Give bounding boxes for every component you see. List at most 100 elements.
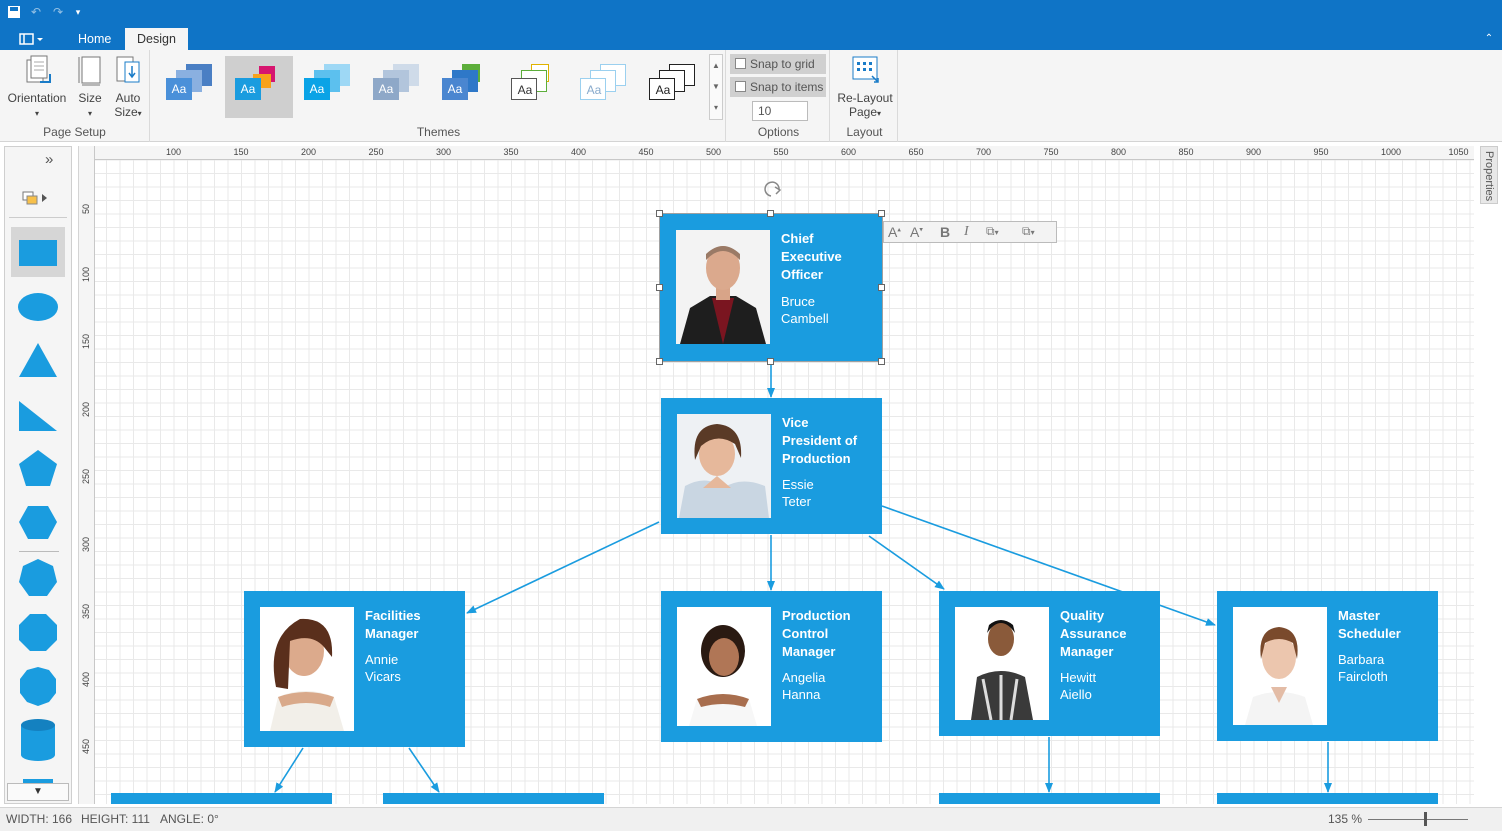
- relayout-page-button[interactable]: Re-Layout Page▾: [834, 54, 896, 121]
- octagon-shape[interactable]: [11, 607, 65, 657]
- scroll-up-icon[interactable]: ▲: [710, 55, 722, 76]
- collapse-ribbon-icon[interactable]: ⌃: [1482, 32, 1496, 46]
- org-node-production-control-manager[interactable]: Production Control Manager Angelia Hanna: [661, 591, 882, 742]
- properties-panel-tab[interactable]: Properties: [1480, 146, 1498, 204]
- grow-font-icon[interactable]: A▴: [888, 224, 901, 240]
- theme-sample-text: Aa: [171, 82, 187, 96]
- connector-vp-quality[interactable]: [868, 535, 945, 590]
- horizontal-ruler: 100 150 200 250 300 350 400 450 500 550 600 650 700 7…: [79, 146, 1474, 160]
- connector-vp-facilities[interactable]: [466, 521, 660, 614]
- tab-design[interactable]: Design: [125, 28, 188, 50]
- theme-item-6[interactable]: Aa: [501, 56, 569, 118]
- gallery-more-icon[interactable]: ▾: [710, 97, 722, 118]
- org-node-vp[interactable]: Vice President of Production Essie Teter: [661, 398, 882, 534]
- grid-size-input[interactable]: 10: [752, 101, 808, 121]
- themes-gallery-scroll[interactable]: ▲ ▼ ▾: [709, 54, 723, 120]
- snap-to-items-toggle[interactable]: Snap to items: [730, 77, 826, 97]
- vp-title: Vice President of Production: [782, 415, 858, 466]
- pentagon-shape[interactable]: [11, 443, 65, 493]
- resize-handle-nw[interactable]: [656, 210, 663, 217]
- properties-label: Properties: [1483, 151, 1495, 202]
- resize-handle-s[interactable]: [767, 358, 774, 365]
- auto-size-button[interactable]: Auto Size▾: [110, 54, 146, 121]
- ruler-tick-label: 450: [638, 147, 654, 157]
- theme-item-1[interactable]: Aa: [156, 56, 224, 118]
- org-node-partial[interactable]: [111, 793, 332, 804]
- theme-item-4[interactable]: Aa: [363, 56, 431, 118]
- bring-forward-icon[interactable]: ⧉▾: [986, 224, 999, 239]
- themes-group: Aa Aa Aa Aa Aa Aa Aa Aa ▲ ▼ ▾ Themes: [152, 50, 726, 142]
- snap-to-items-label: Snap to items: [750, 80, 824, 94]
- rectangle-shape[interactable]: [11, 227, 65, 277]
- org-node-master-scheduler[interactable]: Master Scheduler Barbara Faircloth: [1217, 591, 1438, 741]
- scroll-down-button[interactable]: ▼: [7, 783, 69, 801]
- expand-panel-icon[interactable]: »: [45, 151, 53, 168]
- org-node-ceo[interactable]: Chief Executive Officer Bruce Cambell: [659, 213, 883, 362]
- snap-to-grid-toggle[interactable]: Snap to grid: [730, 54, 826, 74]
- resize-handle-sw[interactable]: [656, 358, 663, 365]
- ruler-tick-label: 150: [233, 147, 249, 157]
- org-node-partial[interactable]: [939, 793, 1160, 804]
- heptagon-shape[interactable]: [11, 553, 65, 603]
- chevron-down-icon: ▼: [33, 786, 43, 797]
- theme-item-2[interactable]: Aa: [225, 56, 293, 118]
- scroll-down-icon[interactable]: ▼: [710, 76, 722, 97]
- themes-group-label: Themes: [416, 125, 461, 139]
- decagon-shape[interactable]: [11, 661, 65, 711]
- redo-icon[interactable]: ↷: [51, 5, 65, 19]
- page-size-icon: [78, 56, 101, 86]
- shapes-toolbox: » ▼: [4, 146, 72, 804]
- resize-handle-ne[interactable]: [878, 210, 885, 217]
- resize-handle-se[interactable]: [878, 358, 885, 365]
- scheduler-title: Master Scheduler: [1338, 608, 1401, 641]
- status-angle: ANGLE: 0°: [160, 812, 219, 826]
- quality-title: Quality Assurance Manager: [1060, 608, 1127, 659]
- theme-item-8[interactable]: Aa: [639, 56, 707, 118]
- tab-home[interactable]: Home: [66, 28, 123, 50]
- snap-to-items-checkbox[interactable]: [735, 81, 746, 92]
- italic-icon[interactable]: I: [964, 224, 969, 240]
- connector-facilities-child-2[interactable]: [408, 747, 440, 793]
- ruler-tick-label: 600: [841, 147, 857, 157]
- theme-item-7[interactable]: Aa: [570, 56, 638, 118]
- zoom-slider[interactable]: [1368, 819, 1468, 820]
- theme-item-3[interactable]: Aa: [294, 56, 362, 118]
- rotate-handle-icon[interactable]: [764, 181, 782, 197]
- ruler-tick-label: 200: [81, 401, 91, 417]
- shape-library-menu[interactable]: [21, 191, 61, 205]
- scheduler-name: Barbara Faircloth: [1338, 652, 1388, 684]
- app-menu-button[interactable]: [12, 28, 50, 50]
- resize-handle-e[interactable]: [878, 284, 885, 291]
- ellipse-shape[interactable]: [11, 281, 65, 331]
- send-backward-icon[interactable]: ⧉▾: [1022, 224, 1035, 239]
- org-node-partial[interactable]: [383, 793, 604, 804]
- orientation-button[interactable]: Orientation ▾: [4, 54, 70, 121]
- org-node-quality-assurance-manager[interactable]: Quality Assurance Manager Hewitt Aiello: [939, 591, 1160, 736]
- org-node-partial[interactable]: [1217, 793, 1438, 804]
- status-width: WIDTH: 166: [6, 812, 73, 826]
- hexagon-shape[interactable]: [11, 497, 65, 547]
- ruler-tick-label: 700: [976, 147, 992, 157]
- resize-handle-n[interactable]: [767, 210, 774, 217]
- zoom-slider-thumb[interactable]: [1424, 812, 1427, 826]
- undo-icon[interactable]: ↶: [29, 5, 43, 19]
- cylinder-shape[interactable]: [11, 715, 65, 765]
- relayout-label-1: Re-Layout: [837, 91, 893, 105]
- status-bar: WIDTH: 166 HEIGHT: 111 ANGLE: 0° 135 %: [0, 807, 1502, 831]
- diagram-canvas[interactable]: 100 150 200 250 300 350 400 450 500 550 600 650 700 7…: [78, 146, 1474, 804]
- shrink-font-icon[interactable]: A▾: [910, 224, 923, 240]
- snap-to-grid-checkbox[interactable]: [735, 58, 746, 69]
- org-node-facilities-manager[interactable]: Facilities Manager Annie Vicars: [244, 591, 465, 747]
- size-button[interactable]: Size ▾: [72, 54, 108, 121]
- theme-sample-text: Aa: [447, 82, 463, 96]
- bold-icon[interactable]: B: [940, 224, 950, 240]
- triangle-shape[interactable]: [11, 335, 65, 385]
- connector-facilities-child-1[interactable]: [274, 747, 304, 793]
- ruler-tick-label: 500: [706, 147, 722, 157]
- ruler-tick-label: 800: [1111, 147, 1127, 157]
- save-icon[interactable]: [7, 5, 21, 19]
- theme-item-5[interactable]: Aa: [432, 56, 500, 118]
- resize-handle-w[interactable]: [656, 284, 663, 291]
- quick-access-dropdown-icon[interactable]: ▾: [71, 5, 85, 19]
- right-triangle-shape[interactable]: [11, 389, 65, 439]
